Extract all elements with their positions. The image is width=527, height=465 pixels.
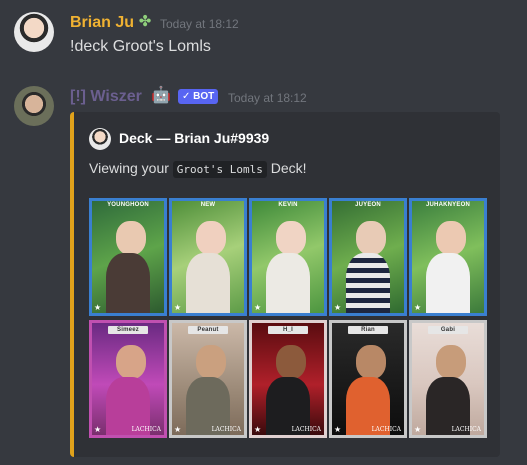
timestamp: Today at 18:12 <box>160 17 239 31</box>
card[interactable]: H_I ★ LACHICA <box>249 320 327 438</box>
card-logo: LACHICA <box>131 426 161 433</box>
embed: Deck — Brian Ju#9939 Viewing your Groot'… <box>70 112 500 457</box>
embed-description-prefix: Viewing your <box>89 160 169 176</box>
card[interactable]: Rian ★ LACHICA <box>329 320 407 438</box>
card-name: Rian <box>348 326 388 334</box>
embed-author: Deck — Brian Ju#9939 <box>119 130 270 146</box>
card-name: Peanut <box>188 326 228 334</box>
username[interactable]: Brian Ju <box>70 14 134 32</box>
star-icon: ★ <box>414 303 422 312</box>
card-name: JUYEON <box>355 202 381 208</box>
embed-description-suffix: Deck! <box>270 160 307 176</box>
card[interactable]: NEW ★ <box>169 198 247 316</box>
card-name: KEVIN <box>278 202 298 208</box>
embed-description: Viewing your Groot's Lomls Deck! <box>89 160 307 178</box>
star-icon: ★ <box>254 425 262 434</box>
star-icon: ★ <box>174 303 182 312</box>
deck-image[interactable]: YOUNGHOON ★ NEW ★ KEVIN ★ JUYEON ★ JUHAK… <box>87 196 487 440</box>
card-name: Simeez <box>108 326 148 334</box>
star-icon: ★ <box>334 425 342 434</box>
card-name: JUHAKNYEON <box>425 202 470 208</box>
card[interactable]: YOUNGHOON ★ <box>89 198 167 316</box>
card[interactable]: JUHAKNYEON ★ <box>409 198 487 316</box>
star-icon: ★ <box>334 303 342 312</box>
card-name: Gabi <box>428 326 468 334</box>
star-icon: ★ <box>94 425 102 434</box>
embed-author-avatar <box>89 128 111 150</box>
card[interactable]: Simeez ★ LACHICA <box>89 320 167 438</box>
timestamp: Today at 18:12 <box>228 91 307 105</box>
username[interactable]: [!] Wiszer <box>70 88 142 106</box>
star-icon: ★ <box>174 425 182 434</box>
avatar[interactable] <box>14 12 54 52</box>
card-name: H_I <box>268 326 308 334</box>
clover-icon: ✤ <box>138 13 152 30</box>
card[interactable]: KEVIN ★ <box>249 198 327 316</box>
star-icon: ★ <box>254 303 262 312</box>
card-logo: LACHICA <box>211 426 241 433</box>
card-logo: LACHICA <box>371 426 401 433</box>
card[interactable]: JUYEON ★ <box>329 198 407 316</box>
deck-name-code: Groot's Lomls <box>172 161 267 178</box>
card-logo: LACHICA <box>291 426 321 433</box>
card-name: NEW <box>200 202 216 208</box>
card[interactable]: Peanut ★ LACHICA <box>169 320 247 438</box>
bot-badge: ✓ BOT <box>178 89 219 104</box>
card-logo: LACHICA <box>451 426 481 433</box>
star-icon: ★ <box>94 303 102 312</box>
robot-icon: 🤖 <box>151 87 171 104</box>
card[interactable]: Gabi ★ LACHICA <box>409 320 487 438</box>
star-icon: ★ <box>414 425 422 434</box>
card-name: YOUNGHOON <box>107 202 149 208</box>
message-text: !deck Groot's Lomls <box>70 38 211 55</box>
avatar[interactable] <box>14 86 54 126</box>
